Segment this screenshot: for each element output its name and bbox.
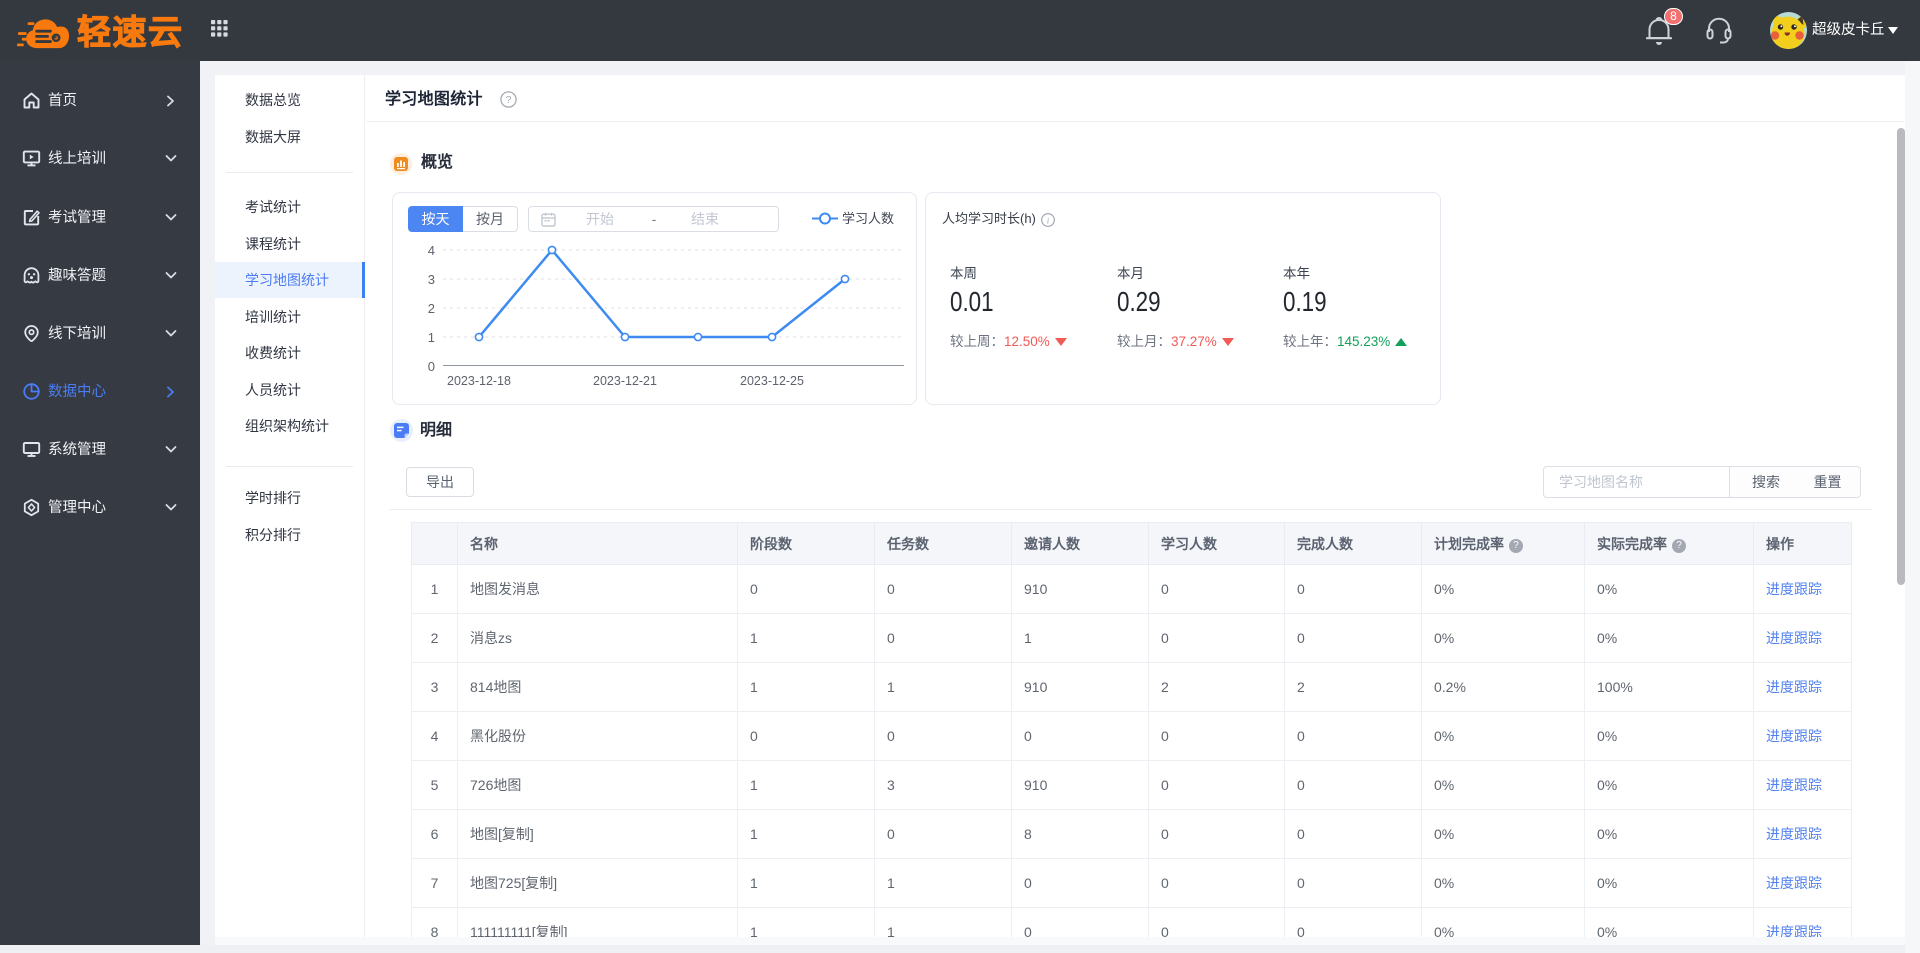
svg-text:?: ?: [506, 94, 512, 106]
svg-text:1: 1: [428, 330, 435, 345]
svg-text:2: 2: [428, 301, 435, 316]
svg-text:2023-12-18: 2023-12-18: [447, 374, 511, 388]
svg-text:3: 3: [428, 272, 435, 287]
svg-text:0: 0: [428, 359, 435, 374]
svg-text:4: 4: [428, 243, 435, 258]
svg-text:2023-12-25: 2023-12-25: [740, 374, 804, 388]
svg-text:2023-12-21: 2023-12-21: [593, 374, 657, 388]
svg-text:i: i: [1047, 215, 1050, 225]
